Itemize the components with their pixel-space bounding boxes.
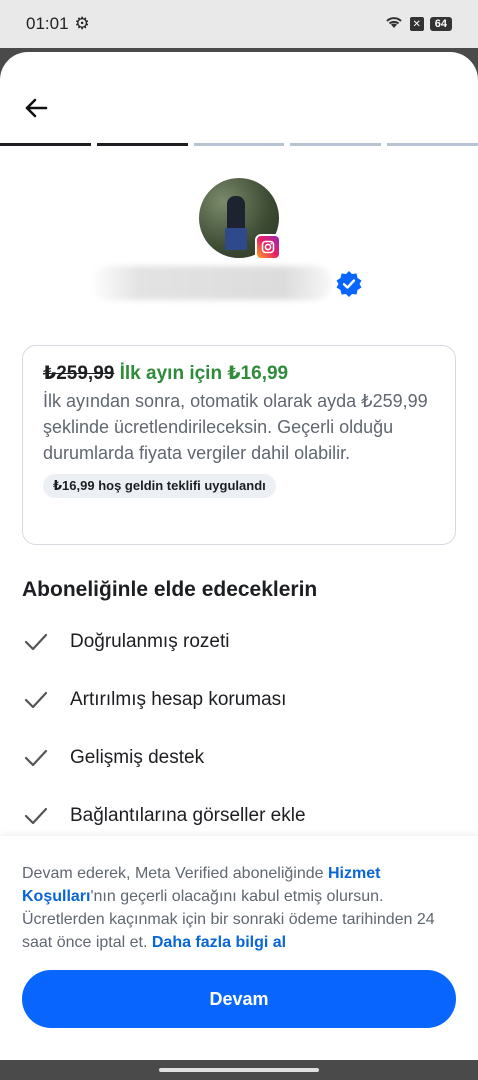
legal-text: Devam ederek, Meta Verified aboneliğinde… bbox=[22, 862, 456, 954]
settings-icon: ⚙ bbox=[74, 14, 90, 33]
check-icon bbox=[24, 807, 48, 825]
verified-badge-icon bbox=[336, 271, 362, 297]
wifi-icon bbox=[384, 14, 404, 35]
benefit-item: Artırılmış hesap koruması bbox=[22, 686, 286, 714]
instagram-icon bbox=[255, 234, 281, 260]
welcome-offer-chip: ₺16,99 hoş geldin teklifi uygulandı bbox=[43, 474, 276, 498]
home-gesture-pill[interactable] bbox=[159, 1068, 319, 1072]
promo-price: İlk ayın için ₺16,99 bbox=[119, 363, 289, 384]
check-icon bbox=[24, 691, 48, 709]
progress-step bbox=[0, 143, 91, 146]
status-bar: 01:01 ⚙ ✕ 64 bbox=[0, 0, 478, 48]
username-redacted bbox=[90, 266, 332, 300]
check-icon bbox=[24, 633, 48, 651]
subscription-sheet: ₺259,99 İlk ayın için ₺16,99 İlk ayından… bbox=[0, 52, 478, 1060]
benefits-title: Aboneliğinle elde edeceklerin bbox=[22, 578, 318, 601]
benefit-label: Bağlantılarına görseller ekle bbox=[70, 805, 306, 826]
footer: Devam ederek, Meta Verified aboneliğinde… bbox=[0, 836, 478, 1060]
battery-indicator: 64 bbox=[429, 17, 452, 31]
progress-step bbox=[96, 143, 188, 146]
learn-more-link[interactable]: Daha fazla bilgi al bbox=[152, 934, 286, 951]
arrow-left-icon bbox=[25, 98, 48, 118]
check-icon bbox=[24, 749, 48, 767]
back-button[interactable] bbox=[20, 92, 52, 124]
progress-step bbox=[290, 143, 382, 146]
benefit-label: Doğrulanmış rozeti bbox=[70, 631, 230, 652]
benefit-item: Bağlantılarına görseller ekle bbox=[22, 802, 306, 830]
benefit-label: Gelişmiş destek bbox=[70, 747, 205, 768]
step-progress bbox=[0, 143, 478, 146]
no-sim-icon: ✕ bbox=[409, 17, 424, 31]
benefit-item: Gelişmiş destek bbox=[22, 744, 204, 772]
legal-text-part: Devam ederek, Meta Verified aboneliğinde bbox=[22, 865, 328, 882]
benefit-label: Artırılmış hesap koruması bbox=[70, 689, 287, 710]
clock: 01:01 bbox=[26, 14, 69, 33]
continue-button[interactable]: Devam bbox=[22, 970, 456, 1028]
progress-step bbox=[387, 143, 478, 146]
offer-card: ₺259,99 İlk ayın için ₺16,99 İlk ayından… bbox=[22, 345, 456, 545]
offer-description: İlk ayından sonra, otomatik olarak ayda … bbox=[43, 391, 428, 463]
price-line: ₺259,99 İlk ayın için ₺16,99 bbox=[43, 362, 435, 386]
progress-step bbox=[193, 143, 285, 146]
benefit-item: Doğrulanmış rozeti bbox=[22, 628, 229, 656]
old-price: ₺259,99 bbox=[43, 363, 115, 384]
